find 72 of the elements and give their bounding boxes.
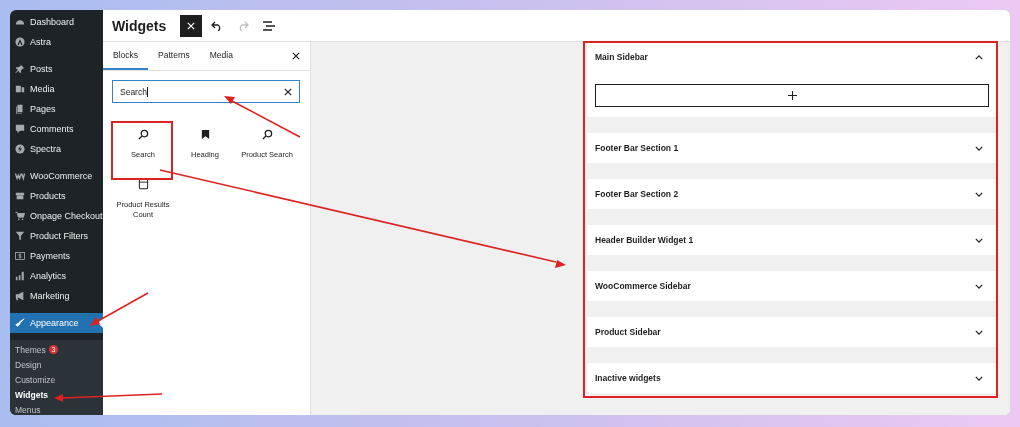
cart-icon: [15, 211, 25, 221]
submenu-label: Menus: [15, 404, 41, 415]
widget-area-header[interactable]: Footer Bar Section 2: [587, 179, 997, 209]
sidebar-item[interactable]: Analytics: [10, 266, 103, 286]
chevron-icon: [975, 283, 983, 289]
bar-chart-icon: [15, 271, 25, 281]
woo-icon: [15, 171, 25, 181]
close-inserter-button[interactable]: [180, 14, 203, 37]
inserter-tab[interactable]: Blocks: [103, 42, 149, 70]
widget-area-header[interactable]: Footer Bar Section 1: [587, 133, 997, 163]
sidebar-item[interactable]: Dashboard: [10, 12, 103, 32]
bookmark-icon: [199, 129, 211, 140]
widget-area-header[interactable]: Inactive widgets: [587, 363, 997, 393]
chevron-icon: [975, 237, 983, 243]
brush-icon: [15, 318, 25, 328]
add-block-button[interactable]: [595, 84, 989, 107]
filter-icon: [15, 231, 25, 241]
submenu-label: Themes: [15, 344, 46, 355]
plus-icon: [787, 91, 797, 100]
search-icon: [137, 129, 149, 140]
pin-icon: [15, 64, 25, 74]
list-view-icon: [263, 20, 276, 31]
search-icon: [261, 129, 273, 140]
gauge-icon: [15, 17, 25, 27]
pages-icon: [15, 104, 25, 114]
sidebar-item[interactable]: WooCommerce: [10, 166, 103, 186]
page-title: Widgets: [112, 17, 167, 34]
astra-icon: [15, 37, 25, 47]
submenu-item[interactable]: Customize: [10, 372, 103, 387]
submenu-label: Design: [15, 359, 42, 370]
box-icon: [15, 191, 25, 201]
cylinder-icon: [137, 178, 149, 191]
sidebar-item[interactable]: Media: [10, 79, 103, 99]
megaphone-icon: [15, 291, 25, 301]
comment-icon: [15, 124, 25, 134]
widget-area-header[interactable]: Header Builder Widget 1: [587, 225, 997, 255]
sidebar-item[interactable]: Posts: [10, 59, 103, 79]
annotation-arrow: [90, 292, 149, 326]
chevron-icon: [975, 54, 983, 60]
submenu-item[interactable]: Design: [10, 357, 103, 372]
sidebar-item[interactable]: Products: [10, 186, 103, 206]
dollar-icon: [15, 251, 25, 261]
inserter-tab[interactable]: Media: [199, 42, 243, 70]
submenu-label: Customize: [15, 374, 56, 385]
sidebar-item[interactable]: Product Filters: [10, 226, 103, 246]
sidebar-item[interactable]: Astra: [10, 32, 103, 52]
inserter-tab[interactable]: Patterns: [148, 42, 200, 70]
chevron-icon: [975, 145, 983, 151]
widget-area-header[interactable]: Main Sidebar: [587, 42, 997, 72]
sidebar-item[interactable]: Appearance: [10, 313, 103, 333]
chevron-icon: [975, 329, 983, 335]
sidebar-item[interactable]: Onpage Checkout: [10, 206, 103, 226]
search-field[interactable]: Search: [112, 80, 300, 103]
annotation-box: [111, 121, 173, 180]
sidebar-item[interactable]: Payments: [10, 246, 103, 266]
sidebar-item[interactable]: Pages: [10, 99, 103, 119]
submenu-item[interactable]: Menus: [10, 402, 103, 415]
widget-area-header[interactable]: WooCommerce Sidebar: [587, 271, 997, 301]
close-icon: [187, 21, 196, 30]
clear-icon[interactable]: [284, 87, 292, 96]
widget-area-header[interactable]: Product Sidebar: [587, 317, 997, 347]
submenu-label: Widgets: [15, 389, 48, 400]
sidebar-item[interactable]: Marketing: [10, 286, 103, 306]
chevron-icon: [975, 191, 983, 197]
sidebar-item[interactable]: Spectra: [10, 139, 103, 159]
redo-icon: [237, 20, 250, 31]
media-icon: [15, 84, 25, 94]
submenu-item[interactable]: Widgets: [10, 387, 103, 402]
bolt-icon: [15, 144, 25, 154]
chevron-icon: [975, 375, 983, 381]
sidebar-item[interactable]: Comments: [10, 119, 103, 139]
close-icon: [292, 52, 300, 60]
